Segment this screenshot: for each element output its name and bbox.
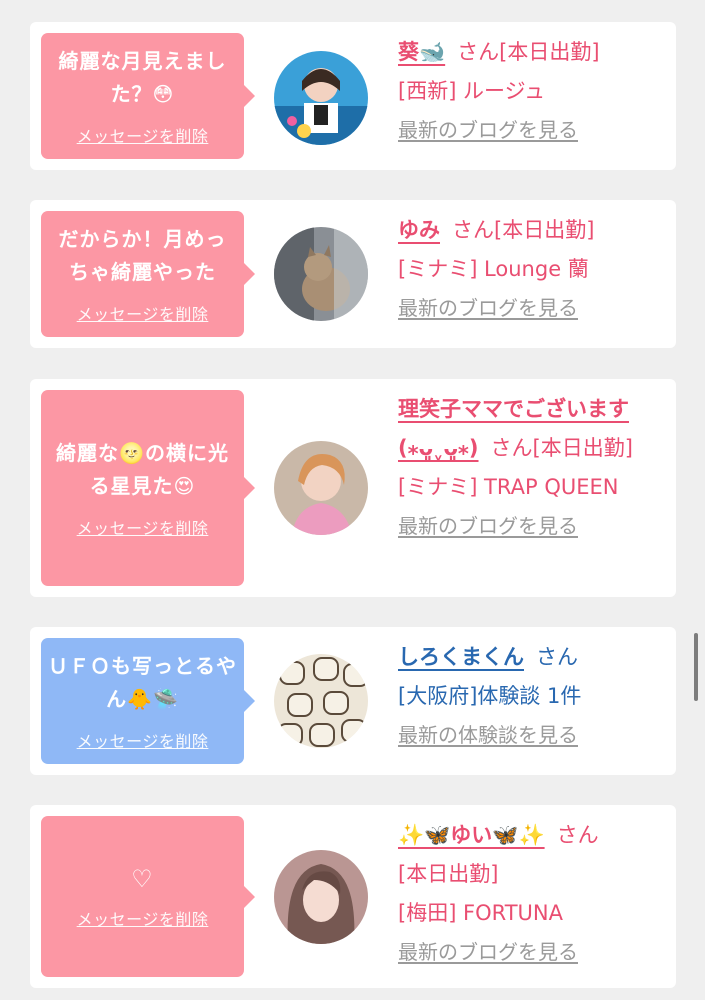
- sender-info: ✨🦋ゆい🦋✨ さん [本日出勤] [梅田] FORTUNA 最新のブログを見る: [398, 816, 668, 972]
- honorific: さん: [556, 823, 599, 847]
- latest-blog-link[interactable]: 最新のブログを見る: [398, 111, 578, 150]
- work-status: [本日出勤]: [532, 436, 633, 460]
- message-text: 綺麗な月見えました？😳: [58, 49, 227, 106]
- delete-message-link[interactable]: メッセージを削除: [77, 515, 209, 539]
- message-bubble: ＵＦＯも写っとるやん🐥🛸 メッセージを削除: [41, 638, 255, 764]
- shop-name: [西新] ルージュ: [398, 79, 546, 103]
- honorific: さん: [536, 645, 578, 669]
- message-card: ♡ メッセージを削除 ✨🦋ゆい🦋✨ さん [本日出勤] [梅田] FORTUNA …: [30, 805, 676, 988]
- avatar[interactable]: [274, 51, 368, 145]
- sender-name-link[interactable]: ゆみ: [398, 218, 440, 242]
- message-text: 綺麗な🌝の横に光る星見た😍: [56, 441, 229, 498]
- work-status: [本日出勤]: [499, 40, 600, 64]
- latest-blog-link[interactable]: 最新のブログを見る: [398, 289, 578, 328]
- avatar[interactable]: [274, 441, 368, 535]
- honorific: さん: [490, 436, 533, 460]
- honorific: さん: [452, 218, 494, 242]
- message-card: ＵＦＯも写っとるやん🐥🛸 メッセージを削除 しろくまくん さん [大阪府]体験談 …: [30, 627, 676, 775]
- shop-name: [ミナミ] Lounge 蘭: [398, 257, 589, 281]
- message-card: 綺麗な🌝の横に光る星見た😍 メッセージを削除 理笑子ママでございます(⁎ᴗ͈ˬᴗ…: [30, 379, 676, 597]
- shop-name: [ミナミ] TRAP QUEEN: [398, 475, 619, 499]
- delete-message-link[interactable]: メッセージを削除: [77, 906, 209, 930]
- scrollbar[interactable]: [694, 633, 698, 701]
- delete-message-link[interactable]: メッセージを削除: [77, 301, 209, 325]
- message-text: だからか！月めっちゃ綺麗やった: [58, 227, 227, 284]
- sender-name-link[interactable]: ✨🦋ゆい🦋✨: [398, 823, 545, 847]
- sender-name-link[interactable]: しろくまくん: [398, 645, 524, 669]
- sender-info: 理笑子ママでございます(⁎ᴗ͈ˬᴗ͈⁎) さん[本日出勤] [ミナミ] TRAP …: [398, 390, 668, 546]
- avatar[interactable]: [274, 850, 368, 944]
- shop-name: [梅田] FORTUNA: [398, 901, 564, 925]
- message-card: 綺麗な月見えました？😳 メッセージを削除 葵🐋 さん[本日出勤] [西新] ルージ…: [30, 22, 676, 170]
- message-bubble: 綺麗な🌝の横に光る星見た😍 メッセージを削除: [41, 390, 255, 586]
- latest-blog-link[interactable]: 最新のブログを見る: [398, 507, 578, 546]
- review-count: [大阪府]体験談 1件: [398, 684, 582, 708]
- message-bubble: だからか！月めっちゃ綺麗やった メッセージを削除: [41, 211, 255, 337]
- message-bubble: 綺麗な月見えました？😳 メッセージを削除: [41, 33, 255, 159]
- sender-name-link[interactable]: 葵🐋: [398, 40, 445, 64]
- sender-info: 葵🐋 さん[本日出勤] [西新] ルージュ 最新のブログを見る: [398, 33, 668, 150]
- work-status: [本日出勤]: [494, 218, 595, 242]
- message-text: ♡: [131, 864, 154, 893]
- message-text: ＵＦＯも写っとるやん🐥🛸: [48, 654, 237, 711]
- honorific: さん: [457, 40, 500, 64]
- sender-info: しろくまくん さん [大阪府]体験談 1件 最新の体験談を見る: [398, 638, 668, 755]
- avatar[interactable]: [274, 227, 368, 321]
- message-bubble: ♡ メッセージを削除: [41, 816, 255, 977]
- message-card: だからか！月めっちゃ綺麗やった メッセージを削除 ゆみ さん[本日出勤] [ミナミ…: [30, 200, 676, 348]
- delete-message-link[interactable]: メッセージを削除: [77, 728, 209, 752]
- avatar[interactable]: [274, 654, 368, 748]
- delete-message-link[interactable]: メッセージを削除: [77, 123, 209, 147]
- latest-review-link[interactable]: 最新の体験談を見る: [398, 716, 578, 755]
- work-status: [本日出勤]: [398, 862, 499, 886]
- latest-blog-link[interactable]: 最新のブログを見る: [398, 933, 578, 972]
- sender-info: ゆみ さん[本日出勤] [ミナミ] Lounge 蘭 最新のブログを見る: [398, 211, 668, 328]
